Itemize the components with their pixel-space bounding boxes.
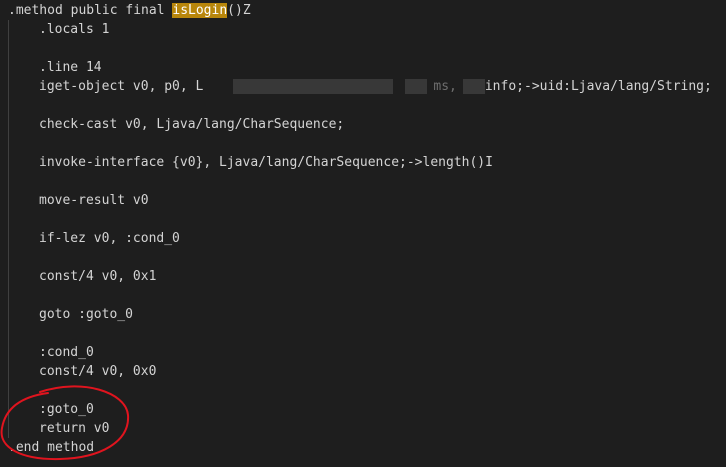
method-declaration-line[interactable]: .method public final isLogin()Z: [8, 1, 251, 20]
iget-mid: ms,: [433, 79, 457, 94]
return-line[interactable]: return v0: [39, 419, 109, 438]
iget-object-line[interactable]: iget-object v0, p0, L ms, info;->uid:Ljava…: [39, 77, 712, 96]
line-directive[interactable]: .line 14: [39, 58, 102, 77]
code-editor[interactable]: .method public final isLogin()Z .locals …: [0, 0, 726, 467]
method-decl-suffix: ()Z: [227, 3, 251, 18]
cond-label-line[interactable]: :cond_0: [39, 343, 94, 362]
redacted-block: [233, 79, 394, 94]
move-result-line[interactable]: move-result v0: [39, 191, 149, 210]
const-one-line[interactable]: const/4 v0, 0x1: [39, 267, 156, 286]
check-cast-line[interactable]: check-cast v0, Ljava/lang/CharSequence;: [39, 115, 344, 134]
goto-label-line[interactable]: :goto_0: [39, 400, 94, 419]
const-zero-line[interactable]: const/4 v0, 0x0: [39, 362, 156, 381]
end-method-line[interactable]: .end method: [8, 438, 94, 457]
invoke-interface-line[interactable]: invoke-interface {v0}, Ljava/lang/CharSe…: [39, 153, 493, 172]
goto-line[interactable]: goto :goto_0: [39, 305, 133, 324]
indent-guide: [8, 20, 9, 438]
method-name-highlight: isLogin: [172, 3, 228, 18]
locals-line[interactable]: .locals 1: [39, 20, 109, 39]
redacted-block-3: [462, 79, 485, 94]
if-lez-line[interactable]: if-lez v0, :cond_0: [39, 229, 180, 248]
method-decl-prefix: .method public final: [8, 3, 173, 18]
iget-suffix: info;->uid:Ljava/lang/String;: [484, 79, 712, 94]
iget-prefix: iget-object v0, p0, L: [39, 79, 204, 94]
redacted-block-2: [405, 79, 428, 94]
